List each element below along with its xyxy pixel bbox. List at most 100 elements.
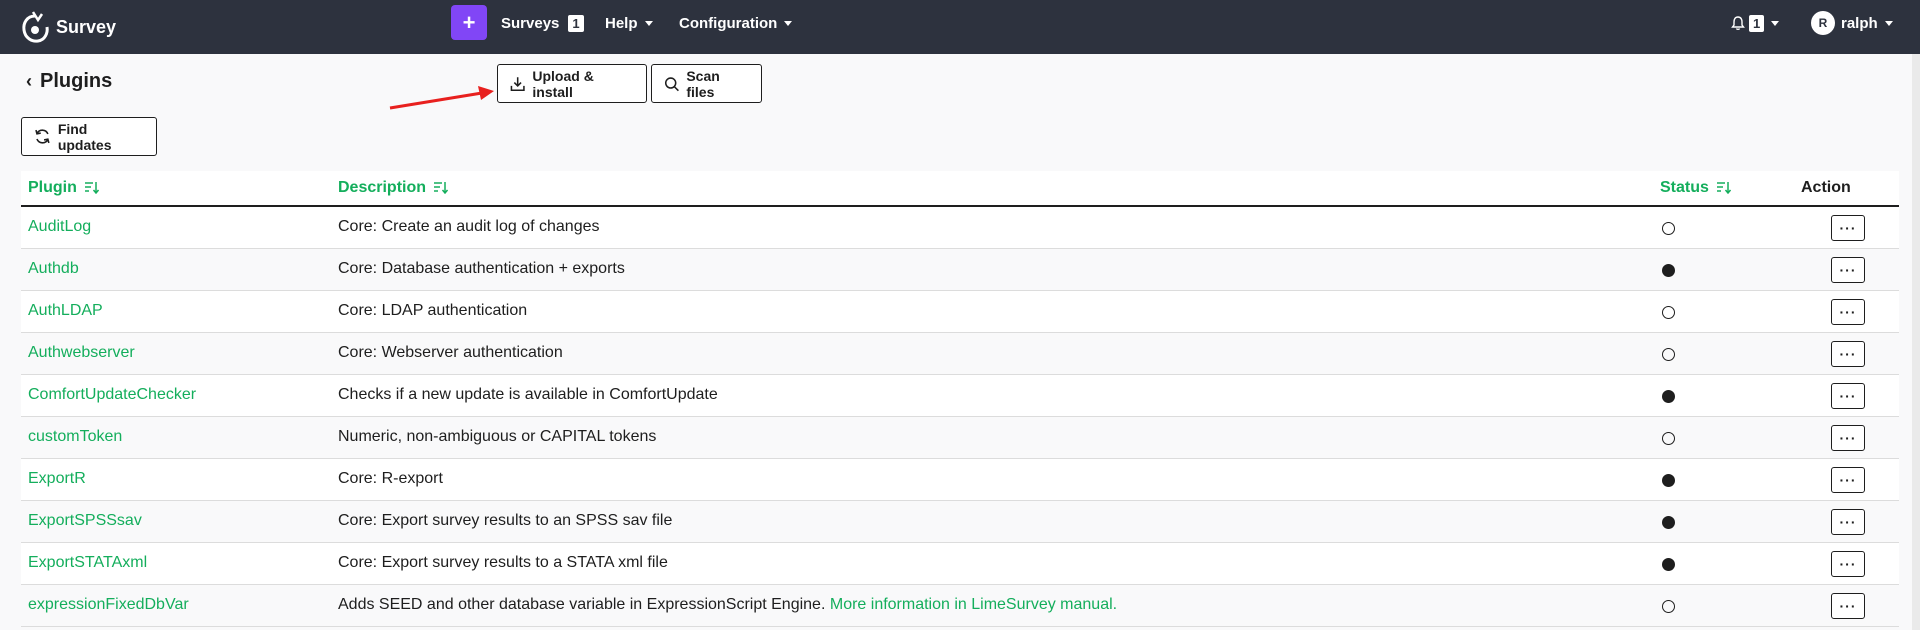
status-header-label: Status bbox=[1660, 179, 1709, 196]
description-header-label: Description bbox=[338, 179, 427, 196]
table-row: AuditLog Core: Create an audit log of ch… bbox=[21, 207, 1899, 249]
page-scrollbar[interactable] bbox=[1912, 54, 1920, 630]
plugin-column-header[interactable]: Plugin bbox=[28, 179, 99, 197]
table-row: ExportSTATAxml Core: Export survey resul… bbox=[21, 543, 1899, 585]
scan-files-button[interactable]: Scan files bbox=[651, 64, 762, 103]
table-row: Authdb Core: Database authentication + e… bbox=[21, 249, 1899, 291]
table-row: expressionFixedDbVar Adds SEED and other… bbox=[21, 585, 1899, 627]
surveys-count-badge: 1 bbox=[568, 14, 584, 32]
refresh-icon bbox=[35, 129, 50, 144]
status-indicator bbox=[1662, 474, 1675, 487]
plugin-actions-button[interactable]: ··· bbox=[1831, 425, 1865, 451]
status-indicator bbox=[1662, 558, 1675, 571]
search-icon bbox=[664, 76, 679, 91]
plugin-description: Core: Export survey results to an SPSS s… bbox=[338, 512, 673, 529]
chevron-down-icon bbox=[1771, 20, 1780, 26]
table-row: Authwebserver Core: Webserver authentica… bbox=[21, 333, 1899, 375]
plugin-name-link[interactable]: ComfortUpdateChecker bbox=[28, 386, 196, 404]
configuration-label: Configuration bbox=[679, 14, 778, 32]
download-icon bbox=[510, 76, 525, 91]
chevron-down-icon bbox=[784, 20, 793, 26]
chevron-down-icon bbox=[1884, 20, 1893, 26]
plugin-name-link[interactable]: ExportSTATAxml bbox=[28, 554, 147, 572]
status-indicator bbox=[1662, 432, 1675, 445]
plugin-description: Core: Webserver authentication bbox=[338, 344, 563, 361]
plugin-name-link[interactable]: Authwebserver bbox=[28, 344, 135, 362]
sort-icon bbox=[434, 182, 449, 194]
table-row: ExportSPSSsav Core: Export survey result… bbox=[21, 501, 1899, 543]
plugin-description: Core: Create an audit log of changes bbox=[338, 218, 600, 235]
table-row: AuthLDAP Core: LDAP authentication ··· bbox=[21, 291, 1899, 333]
notifications-menu[interactable]: 1 bbox=[1731, 13, 1780, 33]
bell-icon bbox=[1731, 15, 1745, 30]
status-indicator bbox=[1662, 516, 1675, 529]
scan-files-label: Scan files bbox=[686, 67, 720, 100]
notifications-count-badge: 1 bbox=[1749, 14, 1765, 32]
plugin-description: Core: Export survey results to a STATA x… bbox=[338, 554, 668, 571]
status-indicator bbox=[1662, 348, 1675, 361]
plugin-name-link[interactable]: expressionFixedDbVar bbox=[28, 596, 189, 614]
user-name: ralph bbox=[1841, 14, 1878, 32]
status-indicator bbox=[1662, 264, 1675, 277]
user-menu[interactable]: R ralph bbox=[1811, 11, 1893, 35]
upload-install-button[interactable]: Upload & install bbox=[497, 64, 647, 103]
plugin-actions-button[interactable]: ··· bbox=[1831, 551, 1865, 577]
plugin-actions-button[interactable]: ··· bbox=[1831, 467, 1865, 493]
plugin-name-link[interactable]: customToken bbox=[28, 428, 122, 446]
avatar: R bbox=[1811, 11, 1835, 35]
action-header-label: Action bbox=[1801, 179, 1851, 196]
surveys-label: Surveys bbox=[501, 14, 560, 32]
find-updates-label: Find updates bbox=[57, 120, 112, 153]
table-row: ComfortUpdateChecker Checks if a new upd… bbox=[21, 375, 1899, 417]
plugin-actions-button[interactable]: ··· bbox=[1831, 383, 1865, 409]
create-survey-button[interactable]: + bbox=[451, 5, 487, 40]
plugin-description: Adds SEED and other database variable in… bbox=[338, 596, 1117, 614]
description-column-header[interactable]: Description bbox=[338, 179, 449, 197]
table-row: customToken Numeric, non-ambiguous or CA… bbox=[21, 417, 1899, 459]
plugin-description: Core: Database authentication + exports bbox=[338, 260, 625, 277]
plugin-actions-button[interactable]: ··· bbox=[1831, 341, 1865, 367]
action-column-header: Action bbox=[1801, 179, 1851, 197]
plugin-actions-button[interactable]: ··· bbox=[1831, 593, 1865, 619]
plugin-name-link[interactable]: AuditLog bbox=[28, 218, 91, 236]
back-chevron-icon: ‹ bbox=[26, 71, 32, 91]
status-indicator bbox=[1662, 222, 1675, 235]
find-updates-button[interactable]: Find updates bbox=[21, 117, 157, 156]
page-title[interactable]: ‹ Plugins bbox=[26, 70, 112, 93]
annotation-arrow-icon bbox=[389, 86, 494, 110]
status-indicator bbox=[1662, 600, 1675, 613]
surveys-menu[interactable]: Surveys 1 bbox=[501, 13, 584, 33]
plugins-table: Plugin Description Status Action AuditLo… bbox=[21, 171, 1899, 627]
plugin-description: Core: R-export bbox=[338, 470, 443, 487]
table-row: ExportR Core: R-export ··· bbox=[21, 459, 1899, 501]
page-title-text: Plugins bbox=[40, 70, 113, 92]
plugin-name-link[interactable]: Authdb bbox=[28, 260, 79, 278]
plugin-actions-button[interactable]: ··· bbox=[1831, 257, 1865, 283]
configuration-menu[interactable]: Configuration bbox=[679, 13, 793, 33]
plugin-description-text: Adds SEED and other database variable in… bbox=[338, 596, 826, 613]
plugin-actions-button[interactable]: ··· bbox=[1831, 215, 1865, 241]
plugin-actions-button[interactable]: ··· bbox=[1831, 509, 1865, 535]
plugin-description: Numeric, non-ambiguous or CAPITAL tokens bbox=[338, 428, 657, 445]
plugin-actions-button[interactable]: ··· bbox=[1831, 299, 1865, 325]
limesurvey-logo-icon bbox=[22, 11, 49, 43]
upload-install-label: Upload & install bbox=[532, 67, 594, 100]
status-indicator bbox=[1662, 306, 1675, 319]
help-menu[interactable]: Help bbox=[605, 13, 653, 33]
plugin-name-link[interactable]: AuthLDAP bbox=[28, 302, 103, 320]
plugin-name-link[interactable]: ExportSPSSsav bbox=[28, 512, 142, 530]
chevron-down-icon bbox=[644, 20, 653, 26]
plugin-description: Core: LDAP authentication bbox=[338, 302, 528, 319]
plugin-header-label: Plugin bbox=[28, 179, 77, 196]
top-navbar: Survey + Surveys 1 Help Configuration 1 … bbox=[0, 0, 1920, 54]
sort-icon bbox=[84, 182, 99, 194]
help-label: Help bbox=[605, 14, 638, 32]
brand-link[interactable]: Survey bbox=[20, 6, 116, 48]
more-information-link[interactable]: More information in LimeSurvey manual. bbox=[830, 596, 1117, 613]
sort-icon bbox=[1716, 182, 1731, 194]
status-column-header[interactable]: Status bbox=[1660, 179, 1731, 197]
status-indicator bbox=[1662, 390, 1675, 403]
plugin-name-link[interactable]: ExportR bbox=[28, 470, 86, 488]
table-header: Plugin Description Status Action bbox=[21, 171, 1899, 207]
brand-name: Survey bbox=[56, 16, 117, 37]
